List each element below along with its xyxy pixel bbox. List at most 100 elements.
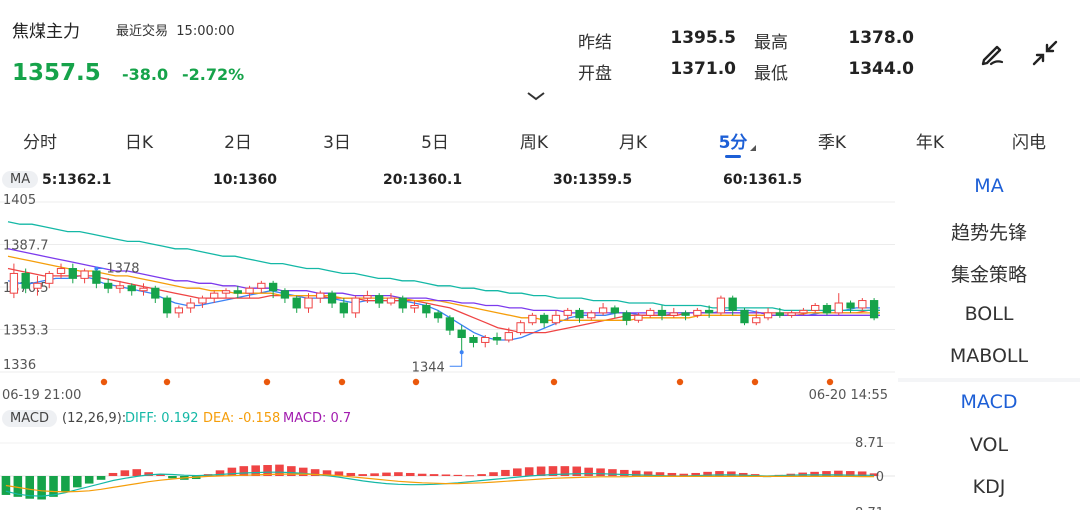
candle-body — [9, 272, 19, 294]
event-dot — [263, 378, 271, 386]
candle-body — [587, 312, 596, 319]
candle-body — [386, 297, 396, 304]
ma30-value: 30:1359.5 — [553, 172, 633, 188]
sub-indicator-option-1[interactable]: VOL — [898, 434, 1080, 456]
macd-tick-label: -8.71 — [850, 506, 884, 510]
expand-chevron-icon[interactable] — [526, 86, 546, 105]
candle-body — [504, 332, 513, 341]
macd-dea-value: DEA: -0.158 — [203, 411, 281, 426]
collapse-arrows-icon[interactable] — [1028, 36, 1062, 70]
candle-body — [540, 314, 549, 324]
macd-bar — [405, 472, 415, 476]
candle-body — [646, 309, 655, 316]
tab-2[interactable]: 2日 — [198, 128, 278, 153]
ma20-value: 20:1360.1 — [383, 172, 463, 188]
macd-bar — [394, 472, 403, 476]
candle-body — [316, 292, 325, 299]
last-price: 1357.5 — [12, 60, 101, 86]
event-dot — [100, 378, 108, 386]
high-label: 最高 — [754, 33, 788, 53]
candle-body — [375, 295, 384, 304]
macd-bar — [84, 476, 94, 484]
candle-body — [398, 297, 407, 309]
macd-bar — [120, 470, 130, 476]
macd-chart[interactable]: 8.71 0 -8.71 — [0, 432, 895, 510]
tab-9[interactable]: 年K — [890, 128, 970, 153]
macd-bar — [608, 469, 617, 476]
event-dot — [751, 378, 759, 386]
tab-7[interactable]: 5分 — [693, 128, 773, 153]
ma-badge[interactable]: MA — [2, 171, 39, 188]
macd-bar — [524, 467, 534, 476]
macd-bar — [465, 475, 475, 477]
candle-body — [245, 287, 254, 294]
candle-body — [115, 285, 125, 289]
prev-settle-value: 1395.5 — [670, 28, 736, 48]
draw-pen-icon[interactable] — [976, 36, 1010, 70]
candle-body — [716, 297, 726, 314]
candle-body — [210, 292, 219, 299]
indicator-option-1[interactable]: 趋势先锋 — [898, 218, 1080, 245]
low-value: 1344.0 — [848, 59, 914, 79]
prev-settle-label: 昨结 — [578, 33, 612, 53]
macd-bar — [370, 473, 379, 476]
sub-indicator-option-0[interactable]: MACD — [898, 391, 1080, 413]
macd-bar — [584, 467, 593, 476]
trade-time: 15:00:00 — [176, 24, 235, 39]
tab-6[interactable]: 月K — [593, 128, 673, 153]
candle-body — [363, 295, 372, 299]
indicator-option-2[interactable]: 集金策略 — [898, 260, 1080, 287]
candle-body — [327, 292, 337, 304]
candle-body — [304, 297, 313, 309]
macd-diff-value: DIFF: 0.192 — [125, 411, 199, 426]
candle-body — [21, 272, 30, 289]
macd-bar — [453, 474, 463, 476]
candle-body — [174, 307, 184, 314]
candle-body — [45, 272, 54, 284]
tab-0[interactable]: 分时 — [0, 128, 80, 153]
high-annotation: 1378 — [106, 262, 139, 277]
macd-bar — [239, 466, 249, 476]
tab-1[interactable]: 日K — [99, 128, 179, 153]
macd-bar — [346, 472, 356, 476]
contract-title: 焦煤主力 — [12, 22, 80, 42]
price-change-pct: -2.72% — [182, 65, 245, 84]
candlestick-chart[interactable]: 14051387.71370.51353.313361378134406-19 … — [0, 190, 895, 405]
candle-body — [257, 282, 266, 289]
candle-body — [127, 285, 136, 292]
tab-10[interactable]: 闪电 — [989, 128, 1069, 153]
candle-body — [68, 268, 77, 279]
candle-body — [551, 314, 561, 324]
macd-bar — [61, 476, 70, 492]
candle-body — [681, 312, 690, 316]
macd-bar — [441, 474, 451, 476]
candle-body — [481, 337, 490, 343]
tab-dropdown-caret-icon[interactable] — [750, 145, 756, 151]
tab-3[interactable]: 3日 — [297, 128, 377, 153]
indicator-option-3[interactable]: BOLL — [898, 303, 1080, 325]
candle-body — [563, 309, 572, 316]
macd-params: (12,26,9): — [62, 411, 127, 426]
macd-tick-label: 8.71 — [855, 436, 884, 451]
open-value: 1371.0 — [670, 59, 736, 79]
candle-body — [693, 309, 702, 316]
ma60-value: 60:1361.5 — [723, 172, 803, 188]
tab-8[interactable]: 季K — [792, 128, 872, 153]
candle-body — [422, 304, 431, 314]
macd-bar — [108, 472, 118, 476]
candle-body — [528, 314, 537, 324]
candle-body — [787, 312, 796, 316]
candle-body — [763, 312, 773, 319]
ma5-value: 5:1362.1 — [42, 172, 112, 188]
candle-body — [410, 304, 419, 309]
candle-body — [799, 309, 808, 314]
candle-body — [492, 337, 502, 341]
tab-5[interactable]: 周K — [494, 128, 574, 153]
tab-4[interactable]: 5日 — [395, 128, 475, 153]
indicator-option-4[interactable]: MABOLL — [898, 345, 1080, 367]
macd-badge[interactable]: MACD — [2, 410, 57, 427]
candle-body — [610, 307, 620, 314]
indicator-option-0[interactable]: MA — [898, 175, 1080, 197]
sub-indicator-option-2[interactable]: KDJ — [898, 476, 1080, 498]
event-dot — [338, 378, 346, 386]
